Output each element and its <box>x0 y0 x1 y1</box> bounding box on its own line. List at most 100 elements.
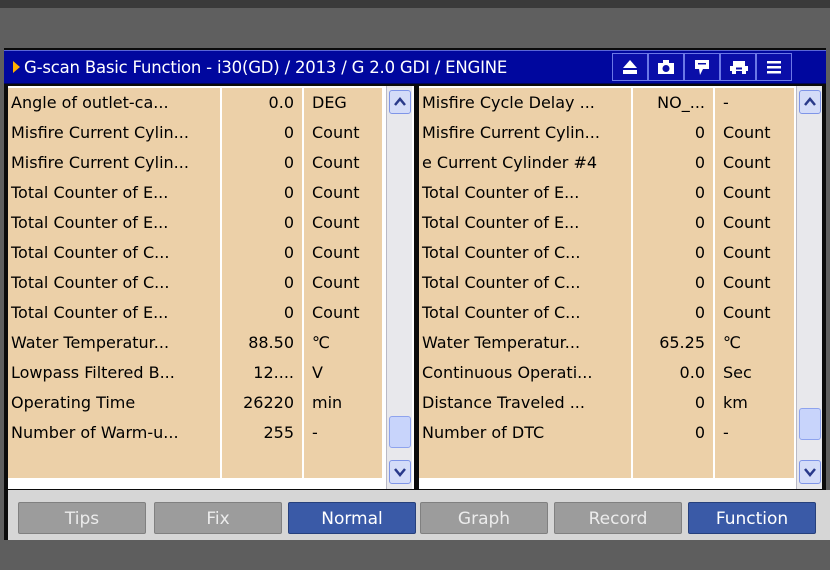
parameter-unit: Count <box>715 148 794 178</box>
table-row[interactable]: Total Counter of E... 0 Count <box>419 178 794 208</box>
parameter-value: NO_... <box>633 88 713 118</box>
table-row[interactable]: Misfire Cycle Delay ... NO_... - <box>419 88 794 118</box>
parameter-value <box>633 448 713 478</box>
parameter-name: Misfire Cycle Delay ... <box>419 88 631 118</box>
parameter-name: Misfire Current Cylin... <box>8 118 220 148</box>
tips-button[interactable]: Tips <box>18 502 146 534</box>
table-row[interactable]: Total Counter of E... 0 Count <box>419 208 794 238</box>
parameter-value: 0 <box>222 148 302 178</box>
chevron-down-icon <box>804 468 816 477</box>
parameter-value: 0 <box>222 178 302 208</box>
parameter-value: 0 <box>222 208 302 238</box>
chevron-up-icon <box>394 97 406 106</box>
table-row[interactable]: Total Counter of E... 0 Count <box>8 178 382 208</box>
parameter-unit <box>715 448 794 478</box>
parameter-name: Continuous Operati... <box>419 358 631 388</box>
parameter-unit: - <box>715 88 794 118</box>
table-row[interactable]: e Current Cylinder #4 0 Count <box>419 148 794 178</box>
parameter-value: 0.0 <box>633 358 713 388</box>
parameter-value: 0 <box>633 148 713 178</box>
parameter-name: Total Counter of E... <box>8 298 220 328</box>
chevron-up-icon <box>804 97 816 106</box>
table-row[interactable]: Operating Time 26220 min <box>8 388 382 418</box>
table-row[interactable]: Water Temperatur... 88.50 ℃ <box>8 328 382 358</box>
table-row[interactable]: Total Counter of C... 0 Count <box>419 268 794 298</box>
parameter-name: Angle of outlet-ca... <box>8 88 220 118</box>
vehicle-button[interactable] <box>720 53 756 81</box>
table-row[interactable] <box>419 448 794 478</box>
parameter-value: 0 <box>633 208 713 238</box>
right-scroll-thumb[interactable] <box>799 408 821 440</box>
table-row[interactable]: Number of DTC 0- <box>419 418 794 448</box>
right-scrollbar[interactable] <box>796 86 822 489</box>
title-arrow-icon <box>13 61 20 73</box>
parameter-unit: ℃ <box>715 328 794 358</box>
parameter-unit: Count <box>715 238 794 268</box>
parameter-name: Total Counter of C... <box>419 298 631 328</box>
parameter-name: Operating Time <box>8 388 220 418</box>
normal-button[interactable]: Normal <box>288 502 416 534</box>
table-row[interactable]: Total Counter of E... 0 Count <box>8 208 382 238</box>
parameter-value: 0 <box>633 298 713 328</box>
left-data-table: Angle of outlet-ca... 0.0 DEG Misfire Curre… <box>8 86 414 489</box>
parameter-unit: Count <box>304 208 382 238</box>
record-button[interactable]: Record <box>554 502 682 534</box>
parameter-value <box>222 448 302 478</box>
left-scroll-up-button[interactable] <box>389 90 411 114</box>
parameter-value: 0 <box>222 268 302 298</box>
menu-button[interactable] <box>756 53 792 81</box>
parameter-value: 0.0 <box>222 88 302 118</box>
chevron-down-icon <box>394 468 406 477</box>
table-row[interactable]: Total Counter of C... 0 Count <box>8 268 382 298</box>
parameter-unit: Count <box>304 178 382 208</box>
camera-button[interactable] <box>648 53 684 81</box>
table-row[interactable]: Total Counter of C... 0 Count <box>419 238 794 268</box>
parameter-unit: min <box>304 388 382 418</box>
parameter-unit: DEG <box>304 88 382 118</box>
table-row[interactable]: Misfire Current Cylin... 0 Count <box>419 118 794 148</box>
graph-button[interactable]: Graph <box>420 502 548 534</box>
parameter-name: Lowpass Filtered B... <box>8 358 220 388</box>
parameter-value: 0 <box>633 418 713 448</box>
table-row[interactable]: Total Counter of C... 0 Count <box>419 298 794 328</box>
table-row[interactable]: Continuous Operati... 0.0 Sec <box>419 358 794 388</box>
table-row[interactable]: Total Counter of C... 0 Count <box>8 238 382 268</box>
table-row[interactable]: Number of Warm-u... 255- <box>8 418 382 448</box>
parameter-unit: V <box>304 358 382 388</box>
parameter-name: Total Counter of E... <box>419 208 631 238</box>
left-scroll-down-button[interactable] <box>389 460 411 484</box>
parameter-name: Number of DTC <box>419 418 631 448</box>
parameter-unit: - <box>304 418 382 448</box>
parameter-unit <box>304 448 382 478</box>
table-row[interactable]: Total Counter of E... 0 Count <box>8 298 382 328</box>
table-row[interactable]: Distance Traveled ... 0 km <box>419 388 794 418</box>
right-scroll-down-button[interactable] <box>799 460 821 484</box>
parameter-value: 26220 <box>222 388 302 418</box>
comment-button[interactable] <box>684 53 720 81</box>
left-scrollbar[interactable] <box>386 86 412 489</box>
right-data-table: Misfire Cycle Delay ... NO_... - Misfire Cu… <box>419 86 822 489</box>
table-row[interactable]: Water Temperatur... 65.25 ℃ <box>419 328 794 358</box>
left-scroll-thumb[interactable] <box>389 416 411 448</box>
parameter-name <box>419 448 631 478</box>
parameter-value: 0 <box>222 298 302 328</box>
table-row[interactable]: Misfire Current Cylin... 0 Count <box>8 118 382 148</box>
parameter-unit: Count <box>715 178 794 208</box>
parameter-value: 65.25 <box>633 328 713 358</box>
fix-button[interactable]: Fix <box>154 502 282 534</box>
eject-button[interactable] <box>612 53 648 81</box>
parameter-name: Total Counter of E... <box>8 208 220 238</box>
table-row[interactable]: Angle of outlet-ca... 0.0 DEG <box>8 88 382 118</box>
function-button[interactable]: Function <box>688 502 816 534</box>
parameter-value: 255 <box>222 418 302 448</box>
parameter-name: Water Temperatur... <box>8 328 220 358</box>
app-window: G-scan Basic Function - i30(GD) / 2013 /… <box>4 48 830 540</box>
table-row[interactable]: Misfire Current Cylin... 0 Count <box>8 148 382 178</box>
parameter-name: Total Counter of C... <box>8 238 220 268</box>
parameter-unit: Sec <box>715 358 794 388</box>
parameter-value: 0 <box>633 178 713 208</box>
right-scroll-up-button[interactable] <box>799 90 821 114</box>
table-row[interactable] <box>8 448 382 478</box>
table-row[interactable]: Lowpass Filtered B... 12.... V <box>8 358 382 388</box>
parameter-unit: Count <box>304 118 382 148</box>
